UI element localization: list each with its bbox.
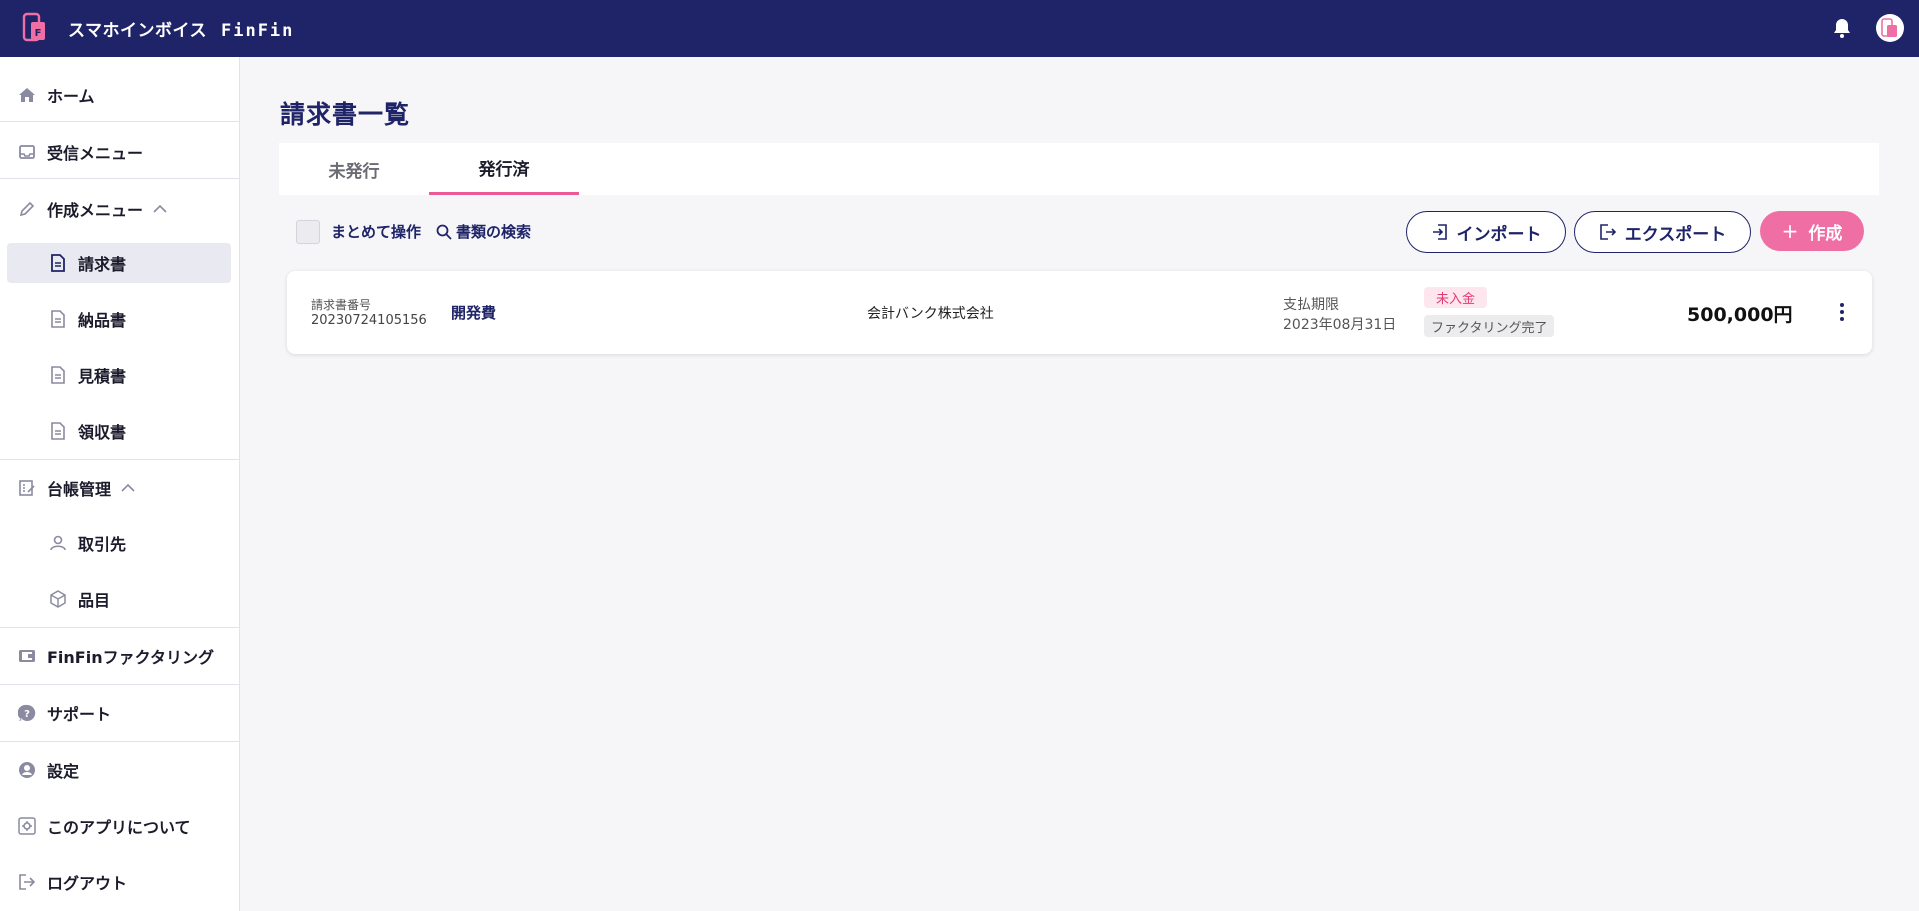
wallet-icon	[17, 646, 37, 666]
sidebar-item-estimate[interactable]: 見積書	[0, 355, 239, 395]
invoice-client: 会計バンク株式会社	[867, 306, 994, 322]
account-circle-icon	[17, 760, 37, 780]
sidebar-item-delivery[interactable]: 納品書	[0, 299, 239, 339]
document-icon	[48, 421, 68, 441]
export-label: エクスポート	[1624, 224, 1727, 245]
sidebar-item-label: 見積書	[78, 367, 127, 386]
tab-unissued[interactable]: 未発行	[279, 143, 429, 195]
import-label: インポート	[1456, 224, 1542, 245]
sidebar-item-support[interactable]: ? サポート	[0, 693, 239, 733]
sidebar-item-receipt[interactable]: 領収書	[0, 411, 239, 451]
divider	[0, 178, 239, 179]
avatar-logo-icon	[1881, 18, 1897, 37]
sidebar-item-label: 受信メニュー	[47, 144, 144, 163]
tab-bar: 未発行 発行済	[279, 143, 1879, 195]
svg-text:?: ?	[24, 709, 30, 720]
sidebar-item-ledger[interactable]: 台帳管理	[0, 468, 239, 508]
search-icon	[436, 224, 452, 240]
sidebar-item-label: 設定	[47, 762, 80, 781]
ledger-icon	[17, 478, 37, 498]
sidebar-item-label: 請求書	[78, 255, 127, 274]
bulk-action-link[interactable]: まとめて操作	[331, 221, 421, 242]
sidebar-item-items[interactable]: 品目	[0, 579, 239, 619]
logout-icon	[17, 872, 37, 892]
sidebar-item-label: 取引先	[78, 535, 127, 554]
sidebar-item-receive-menu[interactable]: 受信メニュー	[0, 132, 239, 172]
inbox-icon	[17, 142, 37, 162]
sidebar-item-label: 作成メニュー	[47, 201, 144, 220]
status-badge-unpaid: 未入金	[1424, 287, 1488, 308]
person-icon	[48, 533, 68, 553]
account-avatar[interactable]	[1876, 14, 1904, 42]
sidebar-item-create-menu[interactable]: 作成メニュー	[0, 189, 239, 229]
divider	[0, 121, 239, 122]
divider	[0, 627, 239, 628]
chevron-up-icon[interactable]	[121, 483, 135, 493]
sidebar-item-label: FinFinファクタリング	[47, 648, 214, 667]
document-icon	[48, 309, 68, 329]
invoice-subject[interactable]: 開発費	[451, 302, 496, 323]
help-icon: ?	[17, 703, 37, 723]
brand-name: スマホインボイス	[68, 21, 207, 41]
create-button[interactable]: + 作成	[1760, 211, 1864, 251]
sidebar-item-logout[interactable]: ログアウト	[0, 862, 239, 902]
sidebar-item-label: サポート	[47, 705, 112, 724]
brand-title: スマホインボイス FinFin	[68, 16, 294, 41]
status-badge-factoring: ファクタリング完了	[1424, 315, 1555, 337]
document-icon	[48, 253, 68, 273]
invoice-number: 20230724105156	[311, 313, 427, 328]
sidebar-item-factoring[interactable]: FinFinファクタリング	[0, 636, 239, 676]
sidebar-item-label: このアプリについて	[47, 818, 191, 837]
divider	[0, 684, 239, 685]
sidebar-item-label: 納品書	[78, 311, 127, 330]
home-icon	[17, 85, 37, 105]
product-name: FinFin	[220, 21, 295, 41]
export-button[interactable]: エクスポート	[1574, 211, 1751, 253]
sidebar-item-label: ホーム	[47, 87, 95, 106]
due-date: 2023年08月31日	[1283, 317, 1397, 333]
divider	[0, 741, 239, 742]
sidebar-item-label: 領収書	[78, 423, 127, 442]
invoice-number-label: 請求書番号	[311, 298, 372, 312]
svg-text:F: F	[35, 28, 42, 39]
bell-icon[interactable]	[1830, 16, 1854, 40]
import-icon	[1432, 224, 1447, 240]
import-button[interactable]: インポート	[1406, 211, 1566, 253]
sidebar-item-invoice[interactable]: 請求書	[7, 243, 231, 283]
invoice-card[interactable]: 請求書番号 20230724105156 開発費 会計バンク株式会社 支払期限 …	[287, 271, 1872, 354]
tab-issued[interactable]: 発行済	[429, 143, 579, 195]
plus-icon: +	[1781, 219, 1799, 243]
invoice-amount: 500,000円	[1687, 304, 1793, 326]
divider	[0, 459, 239, 460]
create-label: 作成	[1808, 223, 1843, 244]
sidebar-item-label: 品目	[78, 591, 111, 610]
sidebar-item-label: ログアウト	[47, 874, 128, 893]
sidebar-item-home[interactable]: ホーム	[0, 75, 239, 115]
more-options-icon[interactable]	[1836, 301, 1848, 323]
chevron-up-icon[interactable]	[153, 204, 167, 214]
top-bar: F スマホインボイス FinFin	[0, 0, 1919, 57]
pencil-icon	[17, 199, 37, 219]
sidebar-item-about[interactable]: このアプリについて	[0, 806, 239, 846]
bulk-select-checkbox[interactable]	[296, 220, 320, 244]
page-title: 請求書一覧	[280, 100, 411, 129]
gear-icon	[17, 816, 37, 836]
document-icon	[48, 365, 68, 385]
sidebar-item-settings[interactable]: 設定	[0, 750, 239, 790]
document-search-link[interactable]: 書類の検索	[436, 221, 531, 242]
search-label: 書類の検索	[456, 223, 532, 241]
app-logo-icon: F	[22, 12, 45, 42]
due-date-label: 支払期限	[1283, 297, 1339, 313]
export-icon	[1599, 224, 1616, 240]
sidebar-item-label: 台帳管理	[47, 480, 112, 499]
sidebar-item-partners[interactable]: 取引先	[0, 523, 239, 563]
sidebar: ホーム 受信メニュー 作成メニュー 請求書 納品書 見積書 領収書 台帳管理 取…	[0, 57, 240, 911]
box-icon	[48, 589, 68, 609]
